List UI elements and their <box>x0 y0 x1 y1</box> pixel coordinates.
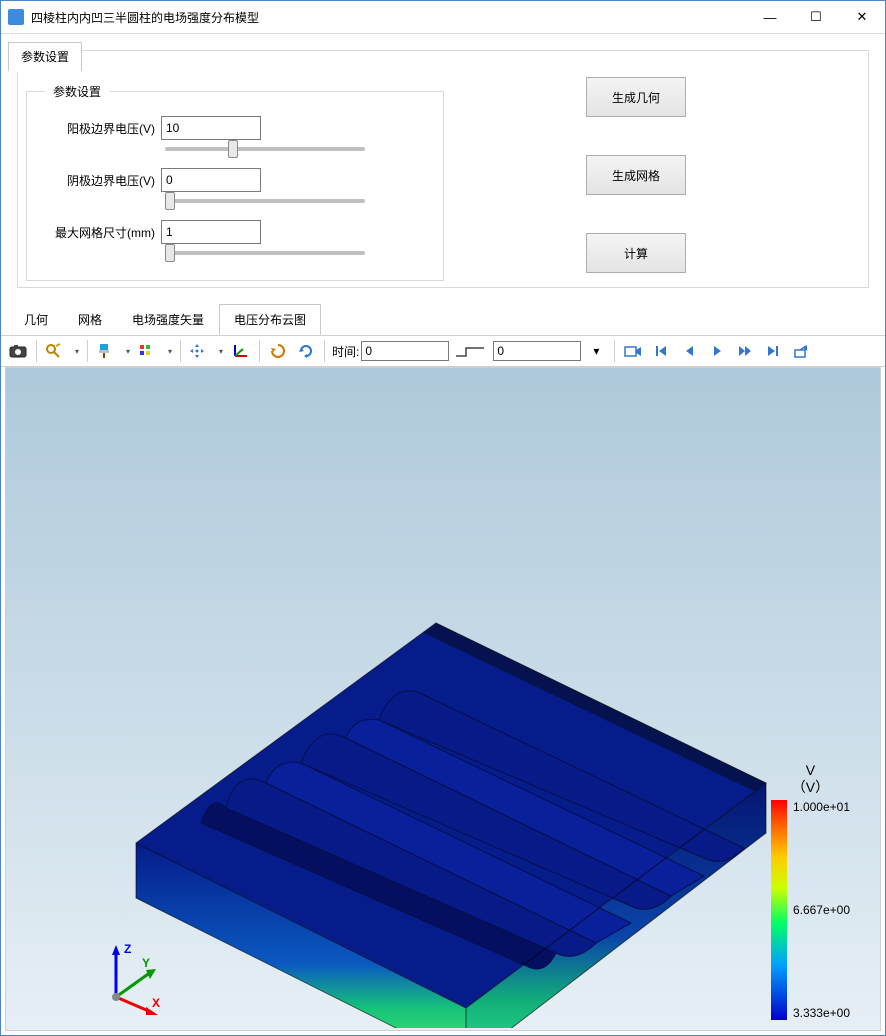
params-legend: 参数设置 <box>45 83 109 100</box>
cathode-label: 阴极边界电压(V) <box>45 172 155 189</box>
generate-mesh-button[interactable]: 生成网格 <box>586 155 686 195</box>
cathode-voltage-slider[interactable] <box>165 199 365 203</box>
legend-title-1: V <box>806 762 815 778</box>
paint-icon[interactable] <box>93 338 133 364</box>
compute-button[interactable]: 计算 <box>586 233 686 273</box>
anode-voltage-slider[interactable] <box>165 147 365 151</box>
legend-gradient-bar <box>771 800 787 1020</box>
reset-view-icon[interactable] <box>265 338 291 364</box>
view-tabs: 几何 网格 电场强度矢量 电压分布云图 <box>1 304 885 335</box>
window-minimize-button[interactable]: — <box>747 1 793 33</box>
window-maximize-button[interactable]: ☐ <box>793 1 839 33</box>
cathode-voltage-input[interactable] <box>161 168 261 192</box>
tab-field-vector[interactable]: 电场强度矢量 <box>117 304 219 335</box>
viewer-toolbar: 时间: ▾ <box>1 335 885 367</box>
color-legend: V （V） 1.000e+01 6.667e+00 3.333e+00 <box>771 762 850 1020</box>
last-frame-icon[interactable] <box>760 338 786 364</box>
refresh-icon[interactable] <box>293 338 319 364</box>
window-title: 四棱柱内内凹三半圆柱的电场强度分布模型 <box>31 9 259 26</box>
window-close-button[interactable]: ✕ <box>839 1 885 33</box>
anode-label: 阳极边界电压(V) <box>45 120 155 137</box>
voltage-cloud-model <box>76 508 776 1028</box>
app-icon <box>8 9 24 25</box>
axis-x-label: X <box>152 996 160 1010</box>
snapshot-icon[interactable] <box>5 338 31 364</box>
cube-icon[interactable] <box>135 338 175 364</box>
axis-z-label: Z <box>124 942 131 956</box>
tab-voltage-cloud[interactable]: 电压分布云图 <box>219 304 321 335</box>
axis-triad: Z Y X <box>96 937 176 1020</box>
viewport-3d[interactable]: Z Y X V （V） 1.000e+01 6.667e+00 3.333e+0… <box>5 367 881 1031</box>
time-label: 时间: <box>332 343 359 360</box>
mesh-size-slider[interactable] <box>165 251 365 255</box>
step-graph-icon[interactable] <box>451 338 491 364</box>
next-frame-icon[interactable] <box>732 338 758 364</box>
time-dropdown-icon[interactable]: ▾ <box>583 338 609 364</box>
export-icon[interactable] <box>788 338 814 364</box>
time-input-1[interactable] <box>361 341 449 361</box>
axis-y-label: Y <box>142 956 150 970</box>
tab-mesh[interactable]: 网格 <box>63 304 117 335</box>
time-input-2[interactable] <box>493 341 581 361</box>
window-titlebar: 四棱柱内内凹三半圆柱的电场强度分布模型 — ☐ ✕ <box>1 1 885 34</box>
mesh-size-label: 最大网格尺寸(mm) <box>45 224 155 241</box>
axes-icon[interactable] <box>228 338 254 364</box>
anode-voltage-input[interactable] <box>161 116 261 140</box>
legend-tick-mid: 6.667e+00 <box>793 903 850 917</box>
params-group: 参数设置 阳极边界电压(V) 阴极边界电压(V) 最大网格尺寸(mm) <box>26 83 444 281</box>
tab-settings[interactable]: 参数设置 <box>8 42 82 72</box>
generate-geometry-button[interactable]: 生成几何 <box>586 77 686 117</box>
prev-frame-icon[interactable] <box>676 338 702 364</box>
measure-icon[interactable] <box>42 338 82 364</box>
legend-tick-max: 1.000e+01 <box>793 800 850 814</box>
legend-title-2: （V） <box>792 779 829 795</box>
tab-geometry[interactable]: 几何 <box>9 304 63 335</box>
legend-tick-low: 3.333e+00 <box>793 1006 850 1020</box>
play-icon[interactable] <box>704 338 730 364</box>
move-icon[interactable] <box>186 338 226 364</box>
first-frame-icon[interactable] <box>648 338 674 364</box>
record-icon[interactable] <box>620 338 646 364</box>
mesh-size-input[interactable] <box>161 220 261 244</box>
